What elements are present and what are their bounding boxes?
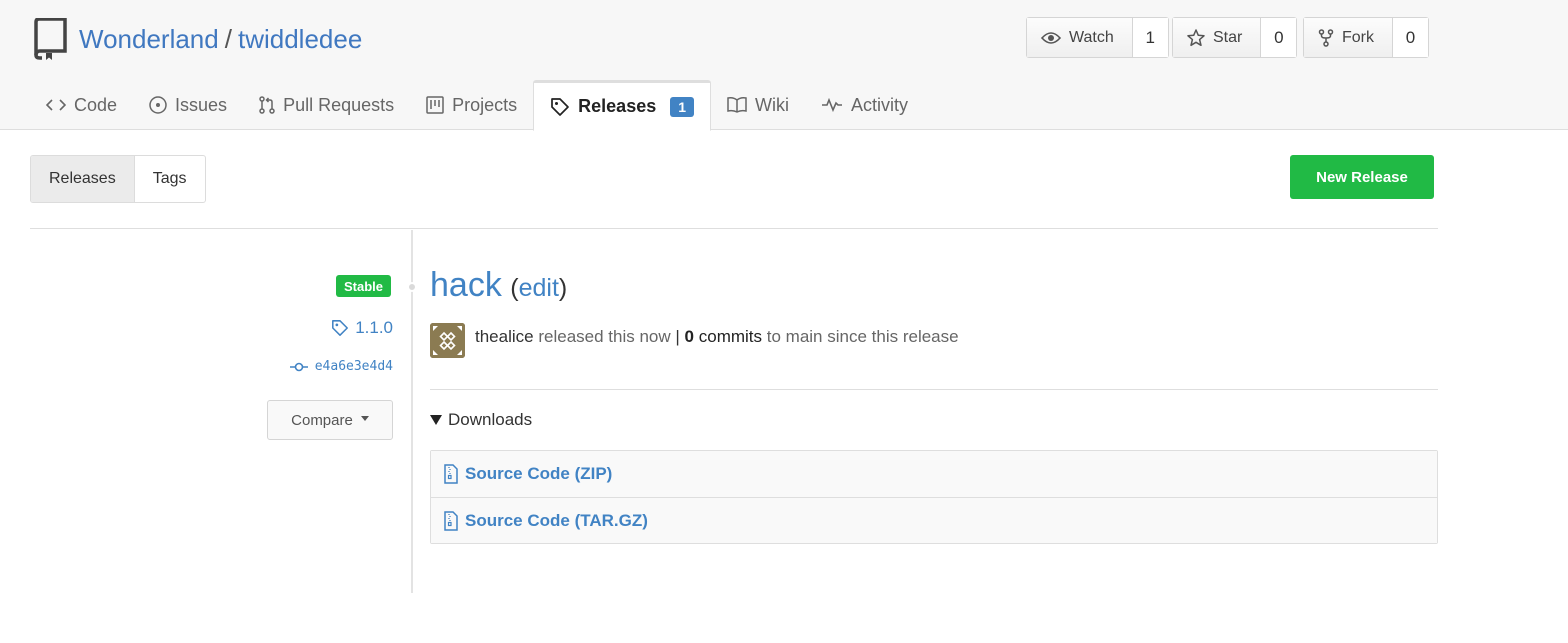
avatar-identicon [430,323,465,358]
file-zip-icon [444,510,458,531]
tab-label: Pull Requests [283,94,395,115]
repo-name-link[interactable]: twiddledee [238,24,362,54]
star-label: Star [1213,28,1243,46]
tab-code[interactable]: Code [30,80,133,130]
release-title: hack (edit) [430,266,567,305]
download-label: Source Code (ZIP) [465,464,613,483]
tab-projects[interactable]: Projects [410,80,533,130]
release-edit: (edit) [510,274,567,302]
repo-book-icon [34,18,67,60]
watch-label: Watch [1069,28,1114,46]
fork-button-group: Fork 0 [1303,17,1429,58]
releases-tags-switch: Releases Tags [30,155,206,203]
commit-count: 0 [684,327,695,346]
tab-label: Projects [452,94,518,115]
release-tag-label: 1.1.0 [355,318,393,337]
avatar[interactable] [430,323,465,358]
downloads-list: Source Code (ZIP) Source Code (TAR.GZ) [430,450,1438,544]
star-button[interactable]: Star [1173,18,1262,57]
download-targz-link[interactable]: Source Code (TAR.GZ) [431,497,1437,543]
repo-path: Wonderland / twiddledee [79,24,362,55]
triangle-down-icon [430,415,442,425]
tab-label: Releases [578,96,657,116]
pulse-icon [822,98,843,112]
tab-issues[interactable]: Issues [133,80,243,130]
compare-dropdown[interactable]: Compare [267,400,393,440]
repo-path-separator: / [224,24,232,54]
tab-label: Activity [851,94,909,115]
compare-label: Compare [291,411,353,429]
edit-paren-close: ) [558,274,568,302]
pull-request-icon [259,96,275,114]
release-commit-sha: e4a6e3e4d4 [314,359,393,374]
meta-separator: | [675,327,680,346]
downloads-toggle[interactable]: Downloads [430,410,532,430]
fork-count[interactable]: 0 [1393,18,1428,57]
tab-pull-requests[interactable]: Pull Requests [243,80,410,130]
commits-since-link[interactable]: 0 commits [685,327,762,346]
fork-icon [1318,28,1334,47]
eye-icon [1041,31,1061,44]
commits-label: commits [698,327,763,346]
subnav-releases[interactable]: Releases [31,156,135,202]
book-icon [727,97,747,113]
commit-icon [289,362,308,371]
release-author-link[interactable]: thealice [475,327,534,346]
file-zip-icon [444,464,458,484]
watch-button-group: Watch 1 [1026,17,1169,58]
subnav-tags[interactable]: Tags [135,156,205,202]
star-button-group: Star 0 [1172,17,1298,58]
issue-icon [149,96,167,114]
repo-header: Wonderland / twiddledee Watch 1 Star 0 For… [0,0,1568,131]
caret-down-icon [360,415,369,421]
releases-count-badge: 1 [670,96,695,117]
fork-label: Fork [1342,28,1374,46]
divider [430,389,1438,390]
since-text: to main since this release [766,327,959,346]
tab-releases[interactable]: Releases 1 [533,80,712,131]
release-meta: thealice released this now | 0 commits t… [475,327,959,347]
tab-label: Code [74,94,118,115]
release-edit-link[interactable]: edit [519,274,559,302]
downloads-label: Downloads [448,410,533,429]
tab-label: Issues [175,94,228,115]
released-text: released this now [538,327,671,346]
release-title-link[interactable]: hack [430,266,502,304]
release-tag-link[interactable]: 1.1.0 [331,318,393,338]
stable-badge: Stable [336,275,392,297]
download-label: Source Code (TAR.GZ) [465,510,648,530]
code-icon [46,99,66,111]
new-release-button[interactable]: New Release [1290,155,1434,199]
timeline-dot [407,282,417,292]
star-icon [1187,28,1205,46]
tab-label: Wiki [755,94,790,115]
project-icon [426,96,444,114]
edit-paren-open: ( [510,274,519,302]
repo-owner-link[interactable]: Wonderland [79,24,219,54]
watch-count[interactable]: 1 [1132,18,1168,57]
tab-activity[interactable]: Activity [805,80,924,130]
repo-tabs: Code Issues Pull Requests Projects Relea… [30,80,924,131]
download-zip-link[interactable]: Source Code (ZIP) [431,451,1437,497]
star-count[interactable]: 0 [1261,18,1297,57]
watch-button[interactable]: Watch [1027,18,1133,57]
release-commit-link[interactable]: e4a6e3e4d4 [289,359,393,374]
fork-button[interactable]: Fork [1304,18,1393,57]
tab-wiki[interactable]: Wiki [711,80,805,130]
tag-icon [332,320,349,336]
divider [30,228,1438,229]
tag-icon [551,97,570,116]
